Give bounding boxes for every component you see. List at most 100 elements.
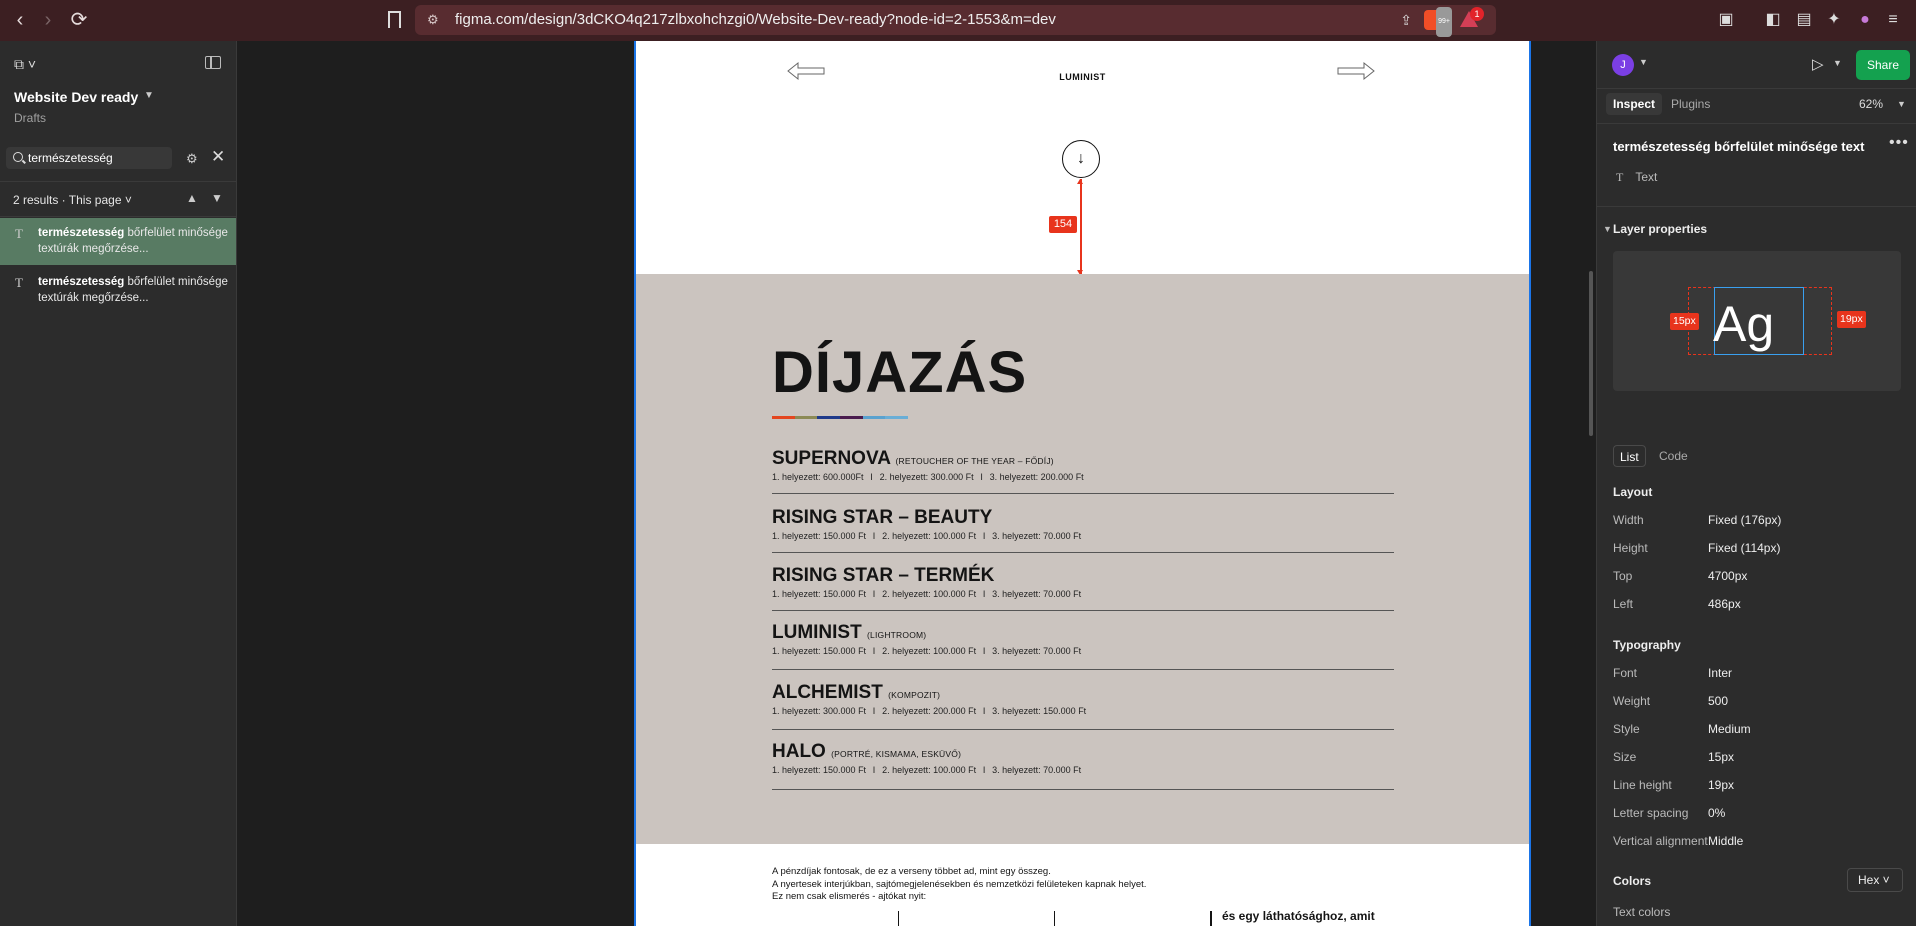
bottom-line: A pénzdíjak fontosak, de ez a verseny tö… xyxy=(772,866,1051,877)
tab-plugins[interactable]: Plugins xyxy=(1664,93,1717,115)
divider xyxy=(1210,911,1212,926)
share-page-icon[interactable]: ⇪ xyxy=(1400,5,1412,35)
menu-icon[interactable]: ≡ xyxy=(1884,11,1902,29)
divider xyxy=(1054,911,1055,926)
prize-row[interactable]: HALO (PORTRÉ, KISMAMA, ESKÜVŐ) 1. helyez… xyxy=(772,741,1394,790)
chevron-down-icon[interactable]: ▼ xyxy=(144,90,154,101)
tab-list[interactable]: List xyxy=(1613,445,1646,467)
awards-section[interactable]: DÍJAZÁS SUPERNOVA (RETOUCHER OF THE YEAR… xyxy=(636,274,1529,844)
search-input[interactable] xyxy=(28,147,166,169)
prop-label: Width xyxy=(1613,513,1644,527)
prop-value[interactable]: 15px xyxy=(1708,750,1734,764)
prop-label: Line height xyxy=(1613,778,1672,792)
reload-icon[interactable]: ⟳ xyxy=(68,9,90,31)
more-icon[interactable]: ••• xyxy=(1889,134,1909,152)
brand-label: LUMINIST xyxy=(1059,72,1106,82)
prize-row[interactable]: SUPERNOVA (RETOUCHER OF THE YEAR – FŐDÍJ… xyxy=(772,448,1394,494)
chevron-down-icon[interactable]: ▼ xyxy=(1603,224,1612,234)
color-stripe xyxy=(817,416,841,419)
bottom-line: Ez nem csak elismerés - ajtókat nyit: xyxy=(772,891,927,902)
layout-title: Layout xyxy=(1613,485,1653,499)
results-summary[interactable]: 2 results · This page ˅ xyxy=(13,193,132,207)
canvas-scrollbar[interactable] xyxy=(1589,271,1593,436)
divider xyxy=(1597,206,1916,207)
bottom-line: A nyertesek interjúkban, sajtómegjelenés… xyxy=(772,878,1147,890)
prize-name: LUMINIST (LIGHTROOM) xyxy=(772,622,927,643)
website-frame[interactable]: LUMINIST ↓ 154 DÍJAZÁS SUPERNOVA (RETOUC… xyxy=(634,41,1531,926)
share-button[interactable]: Share xyxy=(1856,50,1910,80)
prop-value[interactable]: 486px xyxy=(1708,597,1741,611)
result-text: természetesség bőrfelület minősége textú… xyxy=(38,276,228,304)
browser-toolbar: ‹ › ⟳ ⚙ figma.com/design/3dCKO4q217zlbxo… xyxy=(0,0,1916,41)
wallet-icon[interactable]: ▤ xyxy=(1795,11,1813,29)
bold-text: és egy láthatósághoz, amit xyxy=(1222,909,1375,923)
prop-value[interactable]: 500 xyxy=(1708,694,1728,708)
spacing-value: 154 xyxy=(1049,216,1077,233)
search-icon xyxy=(13,152,23,162)
result-text: természetesség bőrfelület minősége textú… xyxy=(38,227,228,255)
prop-value[interactable]: 4700px xyxy=(1708,569,1747,583)
prize-name: RISING STAR – TERMÉK xyxy=(772,565,995,586)
prize-row[interactable]: ALCHEMIST (KOMPOZIT) 1. helyezett: 300.0… xyxy=(772,682,1394,730)
color-format-select[interactable]: Hex ˅ xyxy=(1847,868,1903,892)
chevron-down-icon[interactable]: ▼ xyxy=(211,191,223,205)
results-bar: 2 results · This page ˅ ▲ ▼ xyxy=(0,181,236,217)
sidebar-icon[interactable]: ◧ xyxy=(1764,11,1782,29)
prize-row[interactable]: LUMINIST (LIGHTROOM) 1. helyezett: 150.0… xyxy=(772,622,1394,670)
address-bar[interactable]: ⚙ figma.com/design/3dCKO4q217zlbxohchzgi… xyxy=(415,5,1496,37)
prize-name: SUPERNOVA (RETOUCHER OF THE YEAR – FŐDÍJ… xyxy=(772,448,1054,469)
site-settings-icon[interactable]: ⚙ xyxy=(427,5,439,35)
screenshot-icon[interactable]: ▣ xyxy=(1717,11,1735,29)
chevron-down-icon[interactable]: ▼ xyxy=(1833,58,1842,68)
prop-value[interactable]: 19px xyxy=(1708,778,1734,792)
prop-label: Vertical alignment xyxy=(1613,834,1708,848)
bookmark-icon[interactable] xyxy=(388,11,401,28)
chevron-up-icon[interactable]: ▲ xyxy=(186,191,198,205)
forward-icon[interactable]: › xyxy=(37,9,59,31)
prize-values: 1. helyezett: 150.000 Ft I 2. helyezett: 1… xyxy=(772,589,1082,599)
text-layer-icon: T xyxy=(15,275,23,290)
prop-value[interactable]: Medium xyxy=(1708,722,1751,736)
search-box[interactable] xyxy=(6,147,172,169)
divider xyxy=(898,911,899,926)
search-result[interactable]: T természetesség bőrfelület minősége tex… xyxy=(0,218,236,265)
zoom-level[interactable]: 62% xyxy=(1859,97,1883,111)
prop-value[interactable]: Inter xyxy=(1708,666,1732,680)
prize-name: ALCHEMIST (KOMPOZIT) xyxy=(772,682,941,703)
profile-icon[interactable]: ● xyxy=(1856,11,1874,29)
prize-values: 1. helyezett: 300.000 Ft I 2. helyezett: 2… xyxy=(772,706,1087,716)
search-result[interactable]: T természetesség bőrfelület minősége tex… xyxy=(0,267,236,314)
prop-value[interactable]: Fixed (114px) xyxy=(1708,541,1780,555)
prop-label: Size xyxy=(1613,750,1637,764)
chevron-down-icon[interactable]: ▼ xyxy=(1639,57,1648,67)
back-icon[interactable]: ‹ xyxy=(9,9,31,31)
present-icon[interactable]: ▷ xyxy=(1812,55,1824,73)
prop-label: Height xyxy=(1613,541,1648,555)
prop-label: Left xyxy=(1613,597,1634,611)
figma-menu-icon[interactable]: ⧉ ˅ xyxy=(14,56,36,73)
avatar[interactable]: J xyxy=(1612,54,1634,76)
chevron-down-icon[interactable]: ▼ xyxy=(1897,99,1906,109)
filter-icon[interactable]: ⚙ xyxy=(186,151,198,167)
file-location: Drafts xyxy=(14,111,47,125)
arrow-right-icon[interactable] xyxy=(1336,61,1376,81)
design-canvas[interactable]: LUMINIST ↓ 154 DÍJAZÁS SUPERNOVA (RETOUC… xyxy=(237,41,1596,926)
prop-value[interactable]: Fixed (176px) xyxy=(1708,513,1781,527)
tab-inspect[interactable]: Inspect xyxy=(1606,93,1663,115)
prize-row[interactable]: RISING STAR – BEAUTY 1. helyezett: 150.0… xyxy=(772,507,1394,553)
close-icon[interactable]: ✕ xyxy=(211,147,225,167)
tab-code[interactable]: Code xyxy=(1653,445,1694,467)
leo-ai-icon[interactable]: ✦ xyxy=(1825,11,1843,29)
arrow-down-icon[interactable]: ↓ xyxy=(1062,140,1100,178)
prop-value[interactable]: 0% xyxy=(1708,806,1725,820)
section-title[interactable]: Layer properties xyxy=(1613,222,1707,236)
panel-toggle-icon[interactable] xyxy=(205,56,221,69)
prop-value[interactable]: Middle xyxy=(1708,834,1743,848)
prop-label: Top xyxy=(1613,569,1633,583)
file-title[interactable]: Website Dev ready xyxy=(14,89,138,105)
color-stripe xyxy=(862,416,886,419)
left-sidebar: ⧉ ˅ Website Dev ready ▼ Drafts ⚙ ✕ 2 res… xyxy=(0,41,237,926)
prize-row[interactable]: RISING STAR – TERMÉK 1. helyezett: 150.0… xyxy=(772,565,1394,611)
color-underline xyxy=(772,416,909,419)
colors-title: Colors xyxy=(1613,874,1652,888)
